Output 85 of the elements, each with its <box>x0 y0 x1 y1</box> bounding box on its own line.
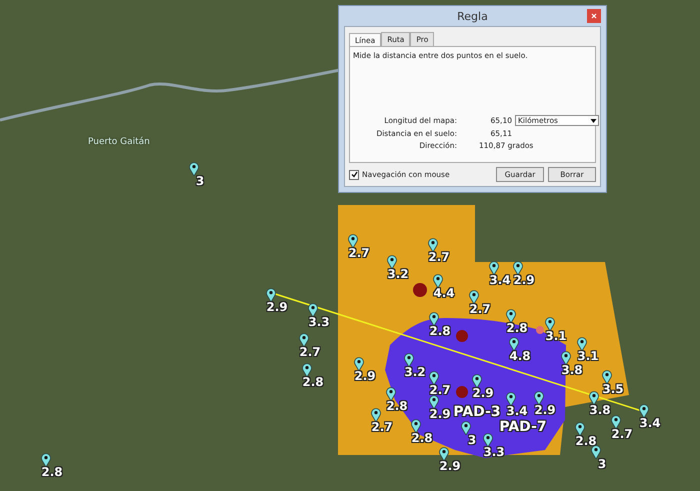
pin-icon <box>577 337 587 351</box>
pin-icon <box>506 309 516 323</box>
marker-label: 3.8 <box>589 404 611 416</box>
well-dot-icon <box>456 330 468 342</box>
pin-icon <box>429 395 439 409</box>
marker-label: 2.8 <box>411 432 433 444</box>
marker-label: 3.4 <box>639 417 661 429</box>
pin-icon <box>411 419 421 433</box>
marker-label: 2.9 <box>472 387 494 399</box>
pin-icon <box>461 421 471 435</box>
pin-icon <box>575 422 585 436</box>
pin-icon <box>591 445 601 459</box>
pin-icon <box>308 303 318 317</box>
pin-icon <box>506 392 516 406</box>
well-dot-icon <box>536 326 544 334</box>
marker-label: 2.7 <box>428 251 450 263</box>
caret-icon <box>590 117 597 124</box>
pin-icon <box>472 374 482 388</box>
marker-label: 2.9 <box>266 301 288 313</box>
pin-icon <box>545 317 555 331</box>
marker-label: 3 <box>468 434 476 446</box>
pin-icon <box>561 351 571 365</box>
marker-label: 2.8 <box>302 376 324 388</box>
pin-icon <box>371 408 381 422</box>
marker-label: 2.9 <box>513 274 535 286</box>
marker-label: 2.8 <box>41 466 63 478</box>
close-icon <box>591 13 597 19</box>
pin-icon <box>489 261 499 275</box>
pin-icon <box>513 261 523 275</box>
marker-label: 3.4 <box>489 274 511 286</box>
marker-label: 3.3 <box>308 316 330 328</box>
marker-label: 2.7 <box>469 303 491 315</box>
marker-label: 2.8 <box>575 435 597 447</box>
marker-label: 2.9 <box>439 460 461 472</box>
marker-label: 4.8 <box>509 350 531 362</box>
pin-icon <box>433 274 443 288</box>
marker-label: 2.8 <box>506 322 528 334</box>
close-button[interactable] <box>587 9 601 23</box>
pin-icon <box>469 290 479 304</box>
pin-icon <box>483 433 493 447</box>
marker-label: 2.7 <box>611 428 633 440</box>
pin-icon <box>429 312 439 326</box>
pin-icon <box>639 404 649 418</box>
marker-label: 3.3 <box>483 446 505 458</box>
pin-icon <box>429 371 439 385</box>
pin-icon <box>41 453 51 467</box>
pin-icon <box>439 447 449 461</box>
place-label: Puerto Gaitán <box>88 137 150 147</box>
pin-icon <box>299 333 309 347</box>
pin-icon <box>354 357 364 371</box>
pin-icon <box>589 391 599 405</box>
pin-icon <box>386 387 396 401</box>
pin-icon <box>404 353 414 367</box>
marker-label: 2.9 <box>429 408 451 420</box>
marker-label: 2.7 <box>429 384 451 396</box>
well-dot-icon <box>413 283 427 297</box>
pin-icon <box>189 162 199 176</box>
marker-label: 3.1 <box>577 350 599 362</box>
pin-icon <box>534 391 544 405</box>
pin-icon <box>266 288 276 302</box>
pin-icon <box>509 337 519 351</box>
marker-label: 3 <box>196 175 204 187</box>
marker-label: 2.8 <box>429 325 451 337</box>
dialog-title: Regla <box>457 10 488 22</box>
marker-label: 3.2 <box>404 366 426 378</box>
area-label: PAD-3 <box>453 405 501 419</box>
well-dot-icon <box>456 386 468 398</box>
marker-label: 2.9 <box>534 404 556 416</box>
pin-icon <box>348 234 358 248</box>
pin-icon <box>602 370 612 384</box>
pin-icon <box>611 415 621 429</box>
marker-label: 4.4 <box>433 287 455 299</box>
pin-icon <box>302 363 312 377</box>
marker-label: 2.7 <box>299 346 321 358</box>
marker-label: 2.7 <box>348 247 370 259</box>
area-label: PAD-7 <box>499 420 547 434</box>
marker-label: 3 <box>598 458 606 470</box>
pin-icon <box>387 255 397 269</box>
marker-label: 3.5 <box>602 383 624 395</box>
marker-label: 2.9 <box>354 370 376 382</box>
marker-label: 3.2 <box>387 268 409 280</box>
checkbox[interactable] <box>349 170 359 180</box>
marker-label: 3.4 <box>506 405 528 417</box>
pin-icon <box>428 238 438 252</box>
marker-label: 2.7 <box>371 421 393 433</box>
